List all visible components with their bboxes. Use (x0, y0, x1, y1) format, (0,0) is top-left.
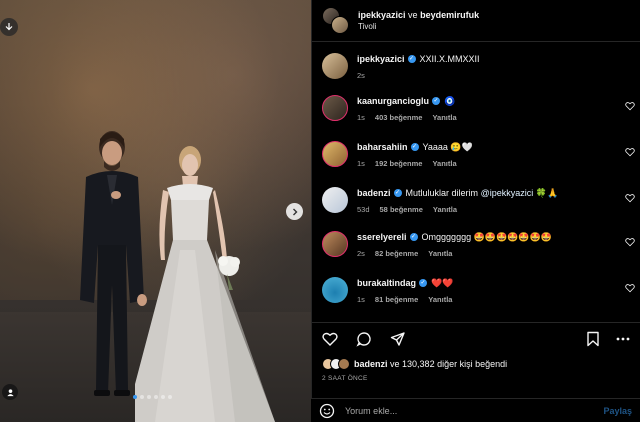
verified-badge-icon: ✓ (393, 189, 402, 197)
share-button[interactable] (388, 329, 408, 349)
avatar[interactable] (322, 231, 348, 257)
comment-likes[interactable]: 192 beğenme (375, 159, 423, 168)
comment-time: 2s (357, 249, 365, 258)
carousel-dot[interactable] (161, 395, 165, 399)
like-heart-icon[interactable] (625, 237, 635, 247)
heart-icon (322, 332, 338, 346)
likes-summary[interactable]: badenzi ve 130,382 diğer kişi beğendi (322, 358, 507, 370)
comment-likes[interactable]: 82 beğenme (375, 249, 418, 258)
comment-row: sserelyereli ✓ Omggggggg 🤩🤩🤩🤩🤩🤩🤩 2s 82 b… (322, 231, 640, 258)
like-button[interactable] (320, 329, 340, 349)
avatar (338, 358, 350, 370)
comment-text: 🧿 (444, 96, 456, 106)
post-comment-button[interactable]: Paylaş (603, 406, 632, 416)
caption: ipekkyazici ✓ XXII.X.MMXXII 2s (322, 53, 640, 80)
comment-user[interactable]: badenzi (357, 187, 391, 199)
more-options-button[interactable] (613, 329, 633, 349)
post-location[interactable]: Tivoli (358, 22, 479, 31)
comment-user[interactable]: baharsahiin (357, 141, 408, 153)
conjunction: ve (408, 10, 418, 20)
post-side-panel: ipekkyazici ve beydemirufuk Tivoli ipekk… (311, 0, 640, 422)
tagged-users-icon[interactable] (2, 384, 18, 400)
comment-input-row: Paylaş (311, 398, 640, 422)
carousel-dot[interactable] (154, 395, 158, 399)
comment-icon (356, 331, 371, 347)
avatar[interactable] (322, 187, 348, 213)
reply-button[interactable]: Yanıtla (428, 249, 452, 258)
comment-time: 1s (357, 159, 365, 168)
next-slide-button[interactable] (286, 203, 303, 220)
verified-badge-icon: ✓ (419, 279, 428, 287)
emoji-icon[interactable] (319, 403, 335, 419)
caption-text: XXII.X.MMXXII (419, 54, 480, 64)
instagram-post-modal: ipekkyazici ve beydemirufuk Tivoli ipekk… (0, 0, 640, 422)
carousel-dot[interactable] (168, 395, 172, 399)
avatar[interactable] (331, 15, 349, 34)
send-icon (390, 331, 405, 346)
caption-time: 2s (357, 71, 365, 80)
avatar[interactable] (322, 95, 348, 121)
comment-text: Yaaaa 🥲🤍 (422, 142, 473, 152)
comment-time: 1s (357, 113, 365, 122)
author-1[interactable]: ipekkyazici (358, 10, 406, 20)
avatar[interactable] (322, 277, 348, 303)
save-button[interactable] (583, 329, 603, 349)
post-actions (312, 322, 640, 354)
reply-button[interactable]: Yanıtla (432, 113, 456, 122)
like-heart-icon[interactable] (625, 193, 635, 203)
reply-button[interactable]: Yanıtla (428, 295, 452, 304)
post-timestamp: 2 SAAT ÖNCE (322, 375, 368, 382)
verified-badge-icon: ✓ (432, 97, 441, 105)
likes-user[interactable]: badenzi (354, 359, 388, 369)
comment-user[interactable]: sserelyereli (357, 231, 407, 243)
comment-likes[interactable]: 58 beğenme (380, 205, 423, 214)
comment-emoji: 🍀🙏 (535, 188, 559, 198)
comment-row: burakaltindag ✓ ❤️❤️ 1s 81 beğenme Yanıt… (322, 277, 640, 304)
more-dots-icon (616, 337, 630, 340)
post-header: ipekkyazici ve beydemirufuk Tivoli (312, 0, 640, 42)
verified-badge-icon: ✓ (409, 233, 418, 241)
collab-avatars[interactable] (322, 6, 350, 35)
avatar[interactable] (322, 53, 348, 79)
comment-likes[interactable]: 81 beğenme (375, 295, 418, 304)
comment-text: Omggggggg 🤩🤩🤩🤩🤩🤩🤩 (421, 232, 553, 242)
comment-row: baharsahiin ✓ Yaaaa 🥲🤍 1s 192 beğenme Ya… (322, 141, 640, 168)
comment-button[interactable] (354, 329, 374, 349)
comment-input[interactable] (345, 405, 604, 416)
verified-badge-icon: ✓ (407, 55, 416, 63)
comment-time: 1s (357, 295, 365, 304)
avatar[interactable] (322, 141, 348, 167)
carousel-indicators (133, 395, 172, 399)
comment-user[interactable]: burakaltindag (357, 277, 416, 289)
like-heart-icon[interactable] (625, 101, 635, 111)
caption-user[interactable]: ipekkyazici (357, 53, 405, 65)
reply-button[interactable]: Yanıtla (432, 159, 456, 168)
comment-likes[interactable]: 403 beğenme (375, 113, 423, 122)
comment-row: badenzi ✓ Mutluluklar dilerim @ipekkyazi… (322, 187, 640, 214)
verified-badge-icon: ✓ (410, 143, 419, 151)
author-2[interactable]: beydemirufuk (420, 10, 479, 20)
carousel-dot[interactable] (147, 395, 151, 399)
like-heart-icon[interactable] (625, 283, 635, 293)
carousel-dot[interactable] (140, 395, 144, 399)
likes-rest[interactable]: ve 130,382 diğer kişi beğendi (390, 359, 507, 369)
comment-row: kaanurgancioglu ✓ 🧿 1s 403 beğenme Yanıt… (322, 95, 640, 122)
comment-user[interactable]: kaanurgancioglu (357, 95, 429, 107)
comment-list: ipekkyazici ✓ XXII.X.MMXXII 2s kaanurgan… (312, 43, 640, 321)
like-heart-icon[interactable] (625, 147, 635, 157)
bookmark-icon (587, 331, 599, 346)
carousel-dot[interactable] (133, 395, 137, 399)
download-icon[interactable] (0, 18, 18, 36)
bride-figure (135, 146, 275, 422)
comment-text: Mutluluklar dilerim (405, 188, 479, 198)
comment-time: 53d (357, 205, 370, 214)
mention-link[interactable]: @ipekkyazici (481, 187, 534, 199)
comment-text: ❤️❤️ (431, 278, 454, 288)
reply-button[interactable]: Yanıtla (433, 205, 457, 214)
post-media[interactable] (0, 0, 311, 422)
post-authors[interactable]: ipekkyazici ve beydemirufuk (358, 10, 479, 20)
